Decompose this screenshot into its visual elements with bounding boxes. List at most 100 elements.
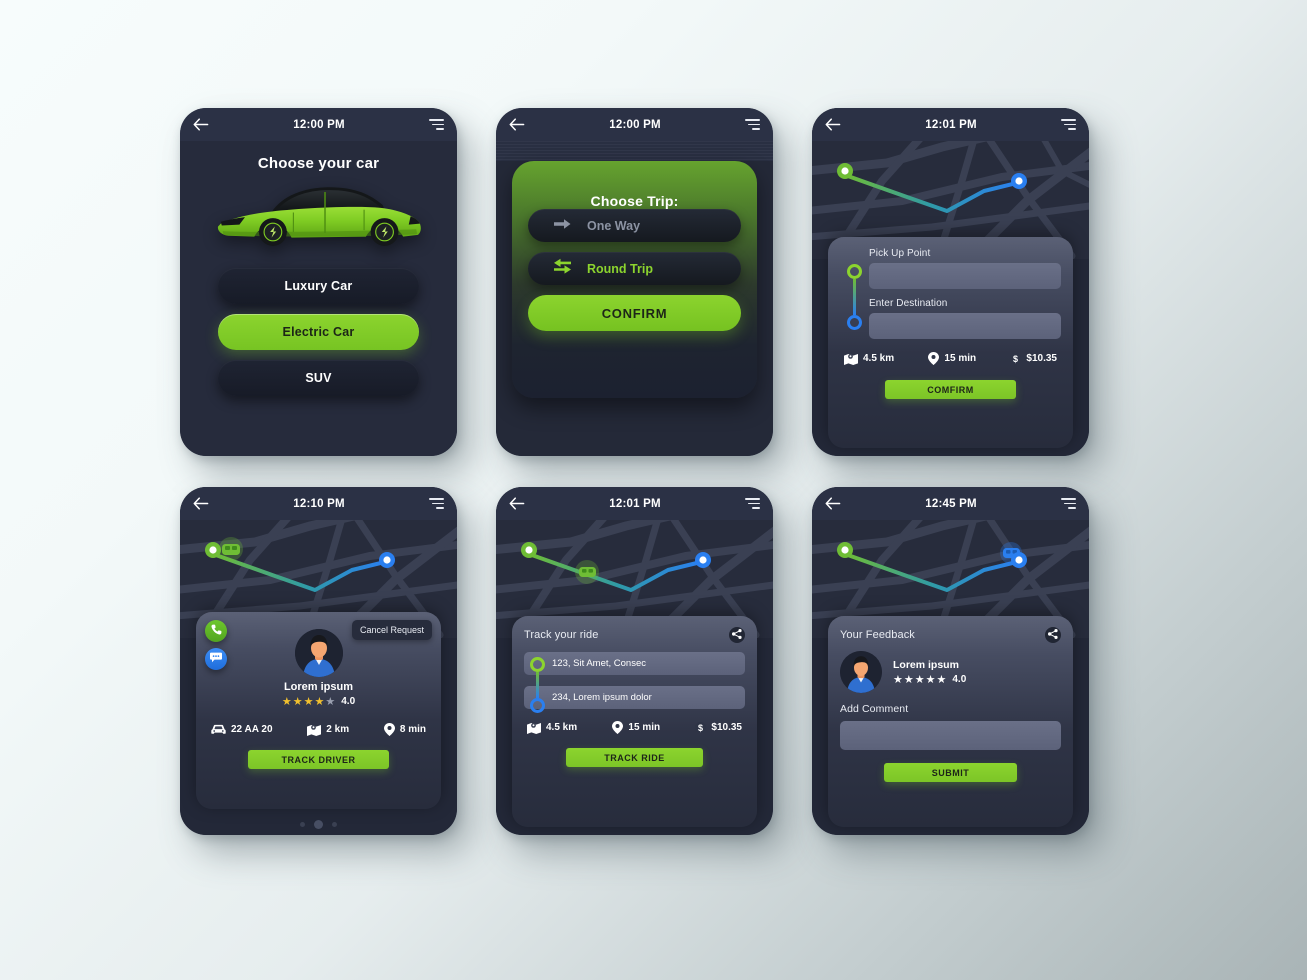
driver-stats: 22 AA 20 2 km 8 min (211, 723, 426, 736)
share-icon (1048, 626, 1058, 644)
star-icon[interactable]: ★ (314, 695, 324, 708)
message-button[interactable] (205, 648, 227, 670)
driver-name: Lorem ipsum (893, 658, 959, 671)
destination-marker-icon (530, 698, 545, 713)
comment-input[interactable] (840, 721, 1061, 750)
trip-option-round-trip[interactable]: Round Trip (528, 252, 741, 285)
phone-screen-choose-trip: 12:00 PM Choose Trip: One Way Round Trip… (496, 108, 773, 456)
phone-screen-feedback: 12:45 PM Your Feedback Lorem ipsum ★ ★ ★… (812, 487, 1089, 835)
chat-bubble-icon (210, 650, 222, 668)
menu-icon[interactable] (429, 498, 444, 509)
stat-value: 8 min (399, 724, 426, 735)
car-option-electric[interactable]: Electric Car (218, 314, 419, 350)
pagination-dot-active[interactable] (314, 820, 323, 829)
driver-avatar (840, 651, 882, 693)
menu-icon[interactable] (429, 119, 444, 130)
car-marker-icon (219, 537, 243, 561)
origin-address-text: 123, Sit Amet, Consec (552, 658, 646, 669)
star-icon[interactable]: ★ (304, 695, 314, 708)
car-option-luxury[interactable]: Luxury Car (218, 268, 419, 304)
driver-rating: ★ ★ ★ ★ ★ 4.0 (208, 695, 429, 708)
origin-address-row[interactable]: 123, Sit Amet, Consec (524, 652, 745, 675)
trip-option-one-way[interactable]: One Way (528, 209, 741, 242)
share-button[interactable] (1045, 627, 1061, 643)
track-driver-button[interactable]: TRACK DRIVER (248, 750, 389, 769)
star-icon[interactable]: ★ (893, 673, 903, 686)
star-icon[interactable]: ★ (915, 673, 925, 686)
trip-option-label: One Way (587, 218, 641, 233)
stat-value: 2 km (326, 724, 350, 735)
route-indicator (847, 264, 863, 330)
phone-screen-track-ride: 12:01 PM Track your ride 123, Sit Amet, … (496, 487, 773, 835)
confirm-button[interactable]: CONFIRM (528, 295, 741, 331)
menu-icon[interactable] (1061, 119, 1076, 130)
comment-label: Add Comment (840, 703, 909, 715)
back-icon[interactable] (509, 497, 525, 510)
confirm-button[interactable]: COMFIRM (885, 380, 1016, 399)
submit-button[interactable]: SUBMIT (884, 763, 1017, 782)
stat-distance: 4.5 km (844, 353, 894, 365)
car-option-suv[interactable]: SUV (218, 360, 419, 396)
back-icon[interactable] (509, 118, 525, 131)
arrows-two-way-icon (554, 258, 571, 279)
menu-icon[interactable] (1061, 498, 1076, 509)
star-icon[interactable]: ★ (937, 673, 947, 686)
stat-duration: 15 min (612, 721, 660, 734)
cancel-request-label: Cancel Request (359, 625, 424, 635)
call-button[interactable] (205, 620, 227, 642)
rating-value: 4.0 (341, 696, 356, 707)
pagination-dot[interactable] (300, 822, 305, 827)
trip-option-label: Round Trip (587, 261, 653, 276)
star-icon[interactable]: ★ (282, 695, 292, 708)
location-pin-icon (928, 352, 940, 365)
status-time: 12:01 PM (925, 118, 977, 131)
rating-value: 4.0 (952, 673, 967, 685)
svg-text:$: $ (1013, 354, 1018, 364)
destination-address-text: 234, Lorem ipsum dolor (552, 692, 652, 703)
share-button[interactable] (729, 627, 745, 643)
star-icon[interactable]: ★ (926, 673, 936, 686)
stat-eta: 8 min (383, 723, 426, 736)
phone-screen-pickup-destination: 12:01 PM Pick Up Point Enter Destination… (812, 108, 1089, 456)
track-ride-button[interactable]: TRACK RIDE (566, 748, 703, 767)
back-icon[interactable] (825, 497, 841, 510)
driver-sheet: Cancel Request Lorem ipsum ★ ★ ★ ★ ★ 4.0… (196, 612, 441, 809)
confirm-button-label: CONFIRM (601, 305, 668, 321)
star-icon[interactable]: ★ (293, 695, 303, 708)
car-option-label: SUV (305, 371, 332, 385)
destination-input[interactable] (869, 313, 1061, 339)
submit-button-label: SUBMIT (931, 767, 970, 778)
arrow-right-icon (554, 217, 571, 235)
pagination-dot[interactable] (332, 822, 337, 827)
back-icon[interactable] (193, 497, 209, 510)
status-time: 12:01 PM (609, 497, 661, 510)
star-icon[interactable]: ★ (325, 695, 335, 708)
car-icon (211, 724, 226, 735)
status-bar: 12:45 PM (812, 487, 1089, 520)
share-icon (732, 626, 742, 644)
status-bar: 12:01 PM (496, 487, 773, 520)
menu-icon[interactable] (745, 498, 760, 509)
map-distance-icon (307, 724, 322, 736)
status-time: 12:00 PM (293, 118, 345, 131)
track-driver-label: TRACK DRIVER (281, 754, 356, 765)
screen-gallery: 12:00 PM Choose your car Luxury Car Elec… (0, 0, 1307, 980)
pickup-input[interactable] (869, 263, 1061, 289)
stat-distance: 4.5 km (527, 722, 577, 734)
dollar-icon: $ (695, 721, 707, 734)
stat-fare: $ $10.35 (1010, 352, 1057, 365)
back-icon[interactable] (825, 118, 841, 131)
driver-avatar (294, 629, 343, 677)
status-bar: 12:01 PM (812, 108, 1089, 141)
car-option-label: Electric Car (282, 325, 355, 339)
cancel-request-button[interactable]: Cancel Request (351, 620, 432, 640)
destination-address-row[interactable]: 234, Lorem ipsum dolor (524, 686, 745, 709)
dollar-icon: $ (1010, 352, 1022, 365)
status-time: 12:00 PM (609, 118, 661, 131)
status-bar: 12:00 PM (496, 108, 773, 141)
back-icon[interactable] (193, 118, 209, 131)
star-icon[interactable]: ★ (904, 673, 914, 686)
menu-icon[interactable] (745, 119, 760, 130)
stat-plate: 22 AA 20 (211, 724, 273, 735)
status-time: 12:45 PM (925, 497, 977, 510)
